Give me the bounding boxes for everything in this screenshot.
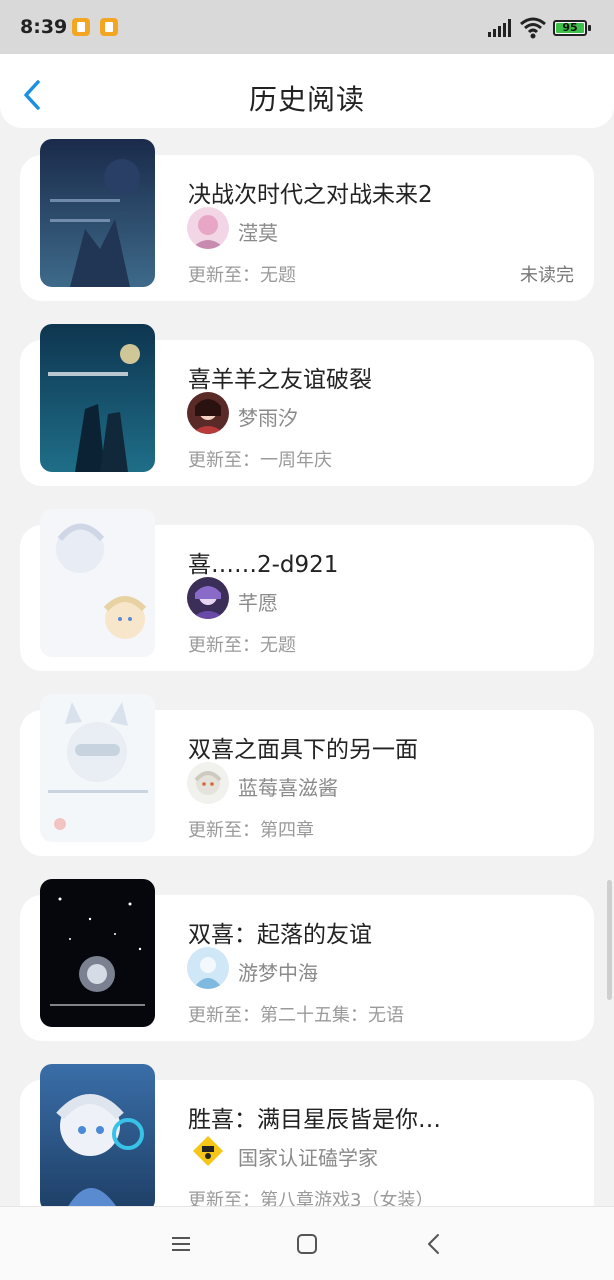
- author-avatar: [187, 1132, 229, 1174]
- update-text: 更新至：第二十五集：无语: [188, 1005, 404, 1026]
- update-text: 更新至：无题: [188, 265, 296, 286]
- book-cover: [40, 324, 155, 472]
- author-avatar: [187, 207, 229, 249]
- book-card[interactable]: 双喜：起落的友谊 游梦中海 更新至：第二十五集：无语: [20, 879, 594, 1041]
- book-cover: [40, 509, 155, 657]
- page-title: 历史阅读: [248, 83, 365, 116]
- scrollbar[interactable]: [607, 880, 612, 1000]
- signal-icon: [488, 19, 511, 37]
- book-title: 双喜：起落的友谊: [188, 922, 372, 948]
- read-status: 未读完: [520, 265, 574, 286]
- book-title: 喜羊羊之友谊破裂: [188, 367, 372, 393]
- update-text: 更新至：第四章: [188, 820, 314, 841]
- wifi-icon: [520, 17, 546, 39]
- notification-icon: [72, 18, 90, 36]
- update-text: 更新至：一周年庆: [188, 450, 332, 471]
- status-time: 8:39: [20, 16, 68, 38]
- book-card[interactable]: 喜羊羊之友谊破裂 梦雨汐 更新至：一周年庆: [20, 324, 594, 486]
- book-card[interactable]: 喜……2-d921 芊愿 更新至：无题: [20, 509, 594, 671]
- notification-icon: [100, 18, 118, 36]
- author-name: 梦雨汐: [238, 406, 298, 430]
- author-avatar: [187, 577, 229, 619]
- battery-icon: 95: [553, 20, 587, 36]
- author-name: 游梦中海: [238, 961, 318, 985]
- home-icon[interactable]: [294, 1231, 320, 1257]
- book-card[interactable]: 双喜之面具下的另一面 蓝莓喜滋酱 更新至：第四章: [20, 694, 594, 856]
- author-name: 国家认证磕学家: [238, 1146, 378, 1170]
- book-card[interactable]: 决战次时代之对战未来2 滢莫 更新至：无题 未读完: [20, 139, 594, 301]
- history-list: 决战次时代之对战未来2 滢莫 更新至：无题 未读完 喜羊羊之友谊破裂 梦雨汐 更…: [0, 128, 614, 1206]
- status-bar: 8:39 95: [0, 0, 614, 54]
- update-text: 更新至：无题: [188, 635, 296, 656]
- battery-level: 95: [556, 22, 584, 33]
- book-cover: [40, 139, 155, 287]
- book-card[interactable]: 胜喜：满目星辰皆是你… 国家认证磕学家 更新至：第八章游戏3（女装）: [20, 1064, 594, 1206]
- menu-icon[interactable]: [168, 1231, 194, 1257]
- author-avatar: [187, 762, 229, 804]
- header: 历史阅读: [0, 54, 614, 128]
- book-title: 胜喜：满目星辰皆是你…: [188, 1107, 441, 1133]
- book-title: 喜……2-d921: [188, 552, 339, 578]
- book-title: 决战次时代之对战未来2: [188, 182, 433, 208]
- update-text: 更新至：第八章游戏3（女装）: [188, 1190, 434, 1206]
- system-nav-bar: [0, 1206, 614, 1280]
- back-icon[interactable]: [422, 1231, 448, 1257]
- author-name: 滢莫: [238, 221, 278, 245]
- author-name: 芊愿: [238, 591, 278, 615]
- author-avatar: [187, 947, 229, 989]
- author-avatar: [187, 392, 229, 434]
- battery-tip: [588, 25, 591, 31]
- book-cover: [40, 694, 155, 842]
- book-title: 双喜之面具下的另一面: [188, 737, 418, 763]
- book-cover: [40, 1064, 155, 1206]
- book-cover: [40, 879, 155, 1027]
- author-name: 蓝莓喜滋酱: [238, 776, 338, 800]
